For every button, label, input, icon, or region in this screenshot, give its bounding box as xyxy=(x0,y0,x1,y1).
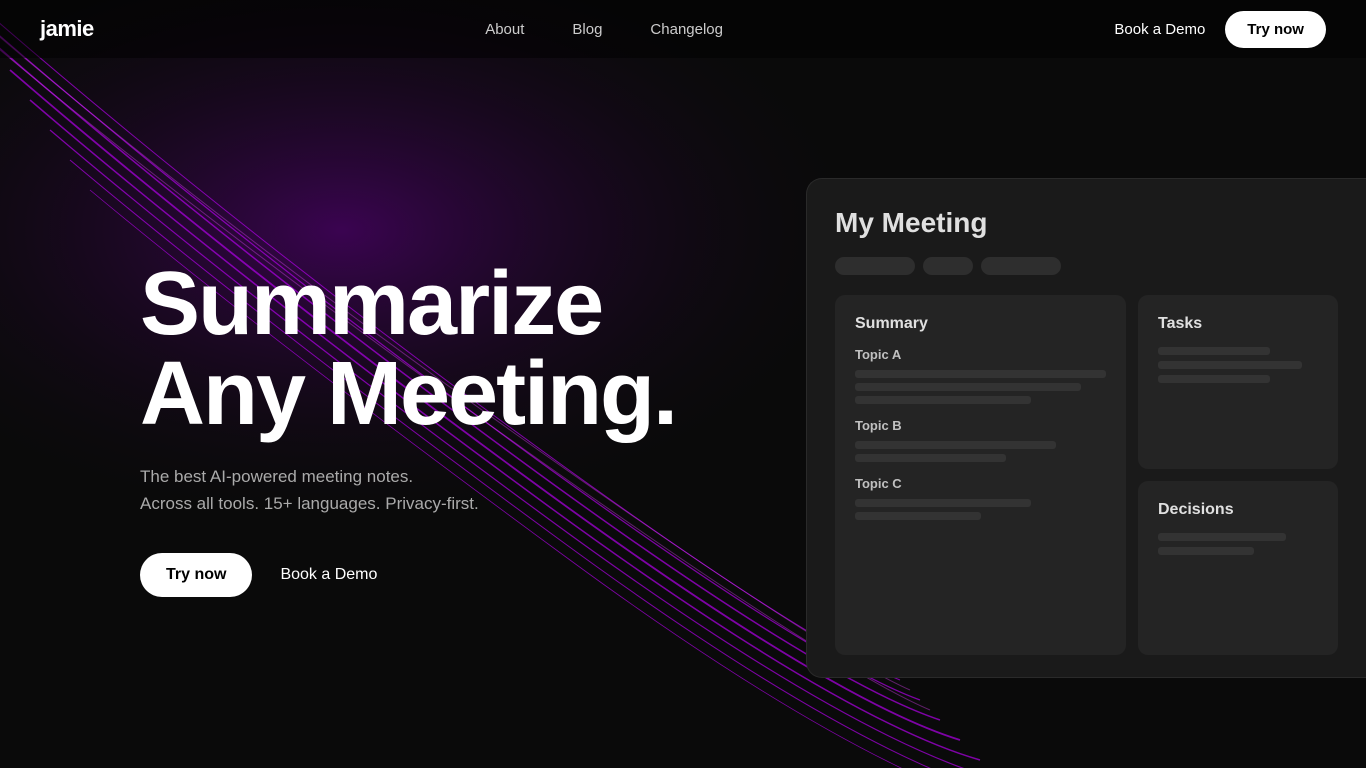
task-line xyxy=(1158,361,1302,369)
nav-book-demo-link[interactable]: Book a Demo xyxy=(1114,21,1205,38)
meeting-title: My Meeting xyxy=(835,207,1338,239)
navbar: jamie About Blog Changelog Book a Demo T… xyxy=(0,0,1366,58)
nav-actions: Book a Demo Try now xyxy=(1114,11,1326,48)
side-panels: Tasks Decisions xyxy=(1138,295,1338,655)
meeting-card-container: My Meeting Summary Topic A Topic B xyxy=(806,58,1366,768)
topic-b-lines xyxy=(855,441,1106,462)
hero-book-demo-button[interactable]: Book a Demo xyxy=(280,566,377,584)
hero-headline: Summarize Any Meeting. xyxy=(140,259,676,439)
topic-a-lines xyxy=(855,370,1106,404)
tasks-title: Tasks xyxy=(1158,315,1318,333)
line xyxy=(855,512,981,520)
logo: jamie xyxy=(40,16,94,42)
nav-blog[interactable]: Blog xyxy=(572,21,602,38)
topic-c-heading: Topic C xyxy=(855,476,1106,491)
nav-about[interactable]: About xyxy=(485,21,524,38)
task-line xyxy=(1158,375,1270,383)
meeting-card: My Meeting Summary Topic A Topic B xyxy=(806,178,1366,678)
task-line xyxy=(1158,347,1270,355)
hero-section: Summarize Any Meeting. The best AI-power… xyxy=(0,0,1366,768)
topic-c-lines xyxy=(855,499,1106,520)
line xyxy=(855,370,1106,378)
nav-links: About Blog Changelog xyxy=(485,21,723,38)
decision-line xyxy=(1158,547,1254,555)
meeting-tags xyxy=(835,257,1338,275)
summary-panel: Summary Topic A Topic B Topic C xyxy=(835,295,1126,655)
decisions-panel: Decisions xyxy=(1138,481,1338,655)
decisions-title: Decisions xyxy=(1158,501,1318,519)
hero-content: Summarize Any Meeting. The best AI-power… xyxy=(0,229,676,597)
nav-changelog[interactable]: Changelog xyxy=(650,21,723,38)
hero-actions: Try now Book a Demo xyxy=(140,553,676,597)
decision-line xyxy=(1158,533,1286,541)
decision-lines xyxy=(1158,533,1318,555)
line xyxy=(855,383,1081,391)
task-lines xyxy=(1158,347,1318,383)
line xyxy=(855,441,1056,449)
hero-subtitle: The best AI-powered meeting notes. Acros… xyxy=(140,463,676,517)
tag-1 xyxy=(835,257,915,275)
card-panels: Summary Topic A Topic B Topic C xyxy=(835,295,1338,655)
tasks-panel: Tasks xyxy=(1138,295,1338,469)
tag-3 xyxy=(981,257,1061,275)
tag-2 xyxy=(923,257,973,275)
hero-try-now-button[interactable]: Try now xyxy=(140,553,252,597)
summary-title: Summary xyxy=(855,315,1106,333)
line xyxy=(855,454,1006,462)
nav-try-now-button[interactable]: Try now xyxy=(1225,11,1326,48)
line xyxy=(855,396,1031,404)
line xyxy=(855,499,1031,507)
topic-b-heading: Topic B xyxy=(855,418,1106,433)
topic-a-heading: Topic A xyxy=(855,347,1106,362)
